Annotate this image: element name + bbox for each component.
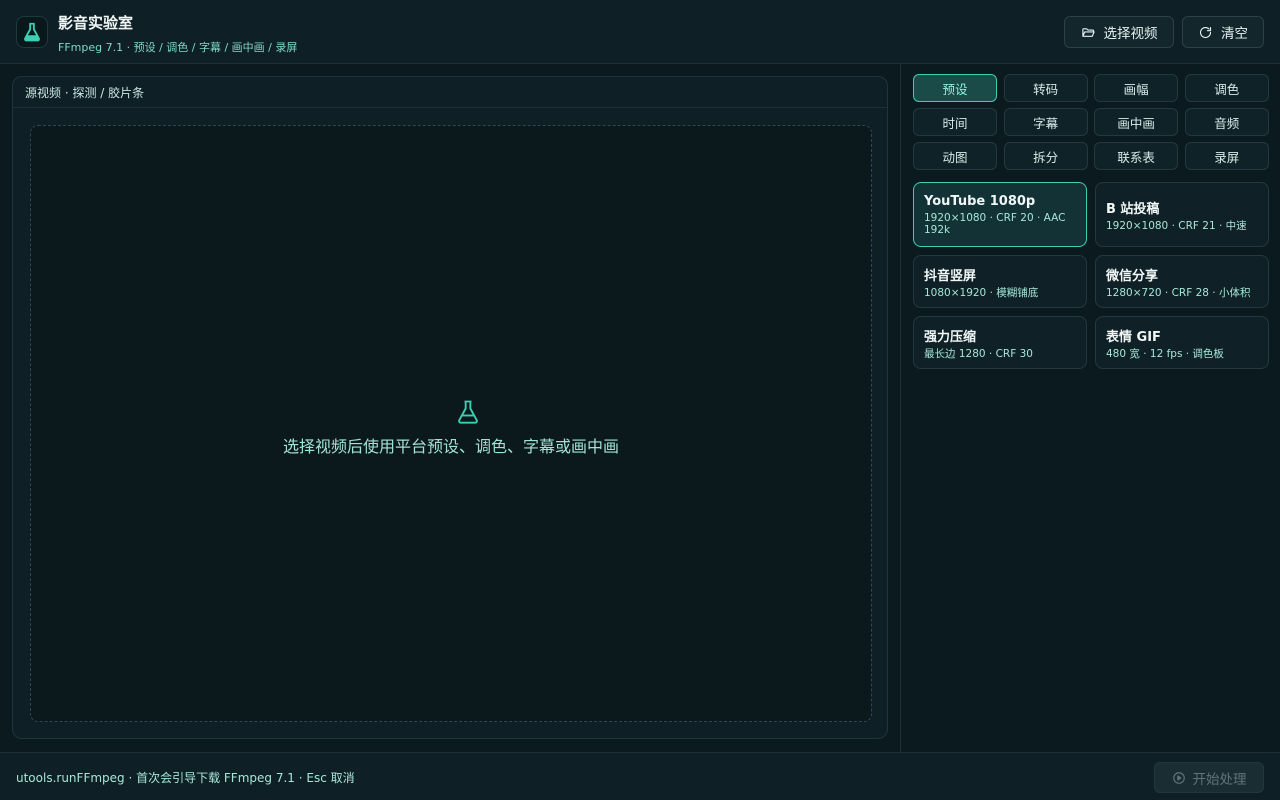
app-logo	[16, 16, 48, 48]
select-video-button[interactable]: 选择视频	[1064, 16, 1174, 48]
select-video-label: 选择视频	[1103, 26, 1158, 42]
panel-title: 源视频 · 探测 / 胶片条	[25, 86, 145, 100]
flask-icon	[458, 400, 478, 424]
preset-name: YouTube 1080p	[924, 193, 1036, 209]
preset-name: 表情 GIF	[1106, 329, 1161, 345]
tab-transcode[interactable]: 转码	[1003, 74, 1088, 102]
tab-gif[interactable]: 动图	[913, 142, 997, 170]
status-footer: utools.runFFmpeg · 首次会引导下载 FFmpeg 7.1 · …	[0, 752, 1280, 800]
clear-label: 清空	[1221, 26, 1248, 42]
tab-audio[interactable]: 音频	[1184, 108, 1269, 136]
panel-header: 源视频 · 探测 / 胶片条	[13, 77, 887, 108]
folder-open-icon	[1081, 27, 1095, 37]
preset-desc: 1920×1080 · CRF 20 · AAC 192k	[924, 211, 1066, 236]
source-video-panel: 源视频 · 探测 / 胶片条 选择视频后使用平台预设、调色、字幕或画中画	[12, 76, 888, 739]
play-circle-icon	[1172, 771, 1185, 784]
preset-desc: 1280×720 · CRF 28 · 小体积	[1106, 286, 1251, 299]
tab-color[interactable]: 调色	[1184, 74, 1269, 102]
tab-time[interactable]: 时间	[913, 108, 997, 136]
preset-card-bilibili[interactable]: B 站投稿 1920×1080 · CRF 21 · 中速	[1095, 182, 1269, 247]
preset-card-wechat[interactable]: 微信分享 1280×720 · CRF 28 · 小体积	[1095, 255, 1269, 308]
tab-subtitles[interactable]: 字幕	[1003, 108, 1088, 136]
preset-card-compress[interactable]: 强力压缩 最长边 1280 · CRF 30	[913, 316, 1087, 369]
empty-state-text: 选择视频后使用平台预设、调色、字幕或画中画	[282, 437, 619, 456]
clear-button[interactable]: 清空	[1182, 16, 1264, 48]
preset-name: B 站投稿	[1106, 201, 1160, 217]
app-subtitle: FFmpeg 7.1 · 预设 / 调色 / 字幕 / 画中画 / 录屏	[58, 41, 298, 54]
preset-desc: 最长边 1280 · CRF 30	[924, 347, 1033, 360]
preset-desc: 1080×1920 · 模糊铺底	[924, 286, 1039, 299]
start-processing-button[interactable]: 开始处理	[1154, 762, 1264, 793]
tab-presets[interactable]: 预设	[913, 74, 997, 102]
footer-hint: utools.runFFmpeg · 首次会引导下载 FFmpeg 7.1 · …	[16, 771, 355, 785]
flask-logo-icon	[24, 22, 40, 42]
app-title: 影音实验室	[58, 14, 134, 32]
tab-aspect[interactable]: 画幅	[1094, 74, 1179, 102]
preset-card-gif[interactable]: 表情 GIF 480 宽 · 12 fps · 调色板	[1095, 316, 1269, 369]
tab-contact-sheet[interactable]: 联系表	[1094, 142, 1179, 170]
tools-panel: 预设 转码 画幅 调色 时间 字幕 画中画 音频 动图 拆分 联系表 录屏 Yo…	[900, 64, 1280, 752]
preset-desc: 1920×1080 · CRF 21 · 中速	[1106, 219, 1247, 232]
preset-name: 抖音竖屏	[924, 268, 977, 284]
tab-split[interactable]: 拆分	[1003, 142, 1088, 170]
tab-pip[interactable]: 画中画	[1094, 108, 1179, 136]
tab-screen-record[interactable]: 录屏	[1184, 142, 1269, 170]
preset-card-youtube[interactable]: YouTube 1080p 1920×1080 · CRF 20 · AAC 1…	[913, 182, 1087, 247]
preset-card-douyin[interactable]: 抖音竖屏 1080×1920 · 模糊铺底	[913, 255, 1087, 308]
app-header: 影音实验室 FFmpeg 7.1 · 预设 / 调色 / 字幕 / 画中画 / …	[0, 0, 1280, 64]
video-dropzone[interactable]: 选择视频后使用平台预设、调色、字幕或画中画	[30, 125, 872, 722]
preset-name: 强力压缩	[924, 329, 977, 345]
preset-grid: YouTube 1080p 1920×1080 · CRF 20 · AAC 1…	[913, 182, 1269, 369]
start-processing-label: 开始处理	[1192, 771, 1247, 788]
preset-name: 微信分享	[1106, 268, 1159, 284]
refresh-icon	[1200, 26, 1212, 38]
tool-tabs: 预设 转码 画幅 调色 时间 字幕 画中画 音频 动图 拆分 联系表 录屏	[913, 74, 1269, 170]
preset-desc: 480 宽 · 12 fps · 调色板	[1106, 347, 1224, 360]
